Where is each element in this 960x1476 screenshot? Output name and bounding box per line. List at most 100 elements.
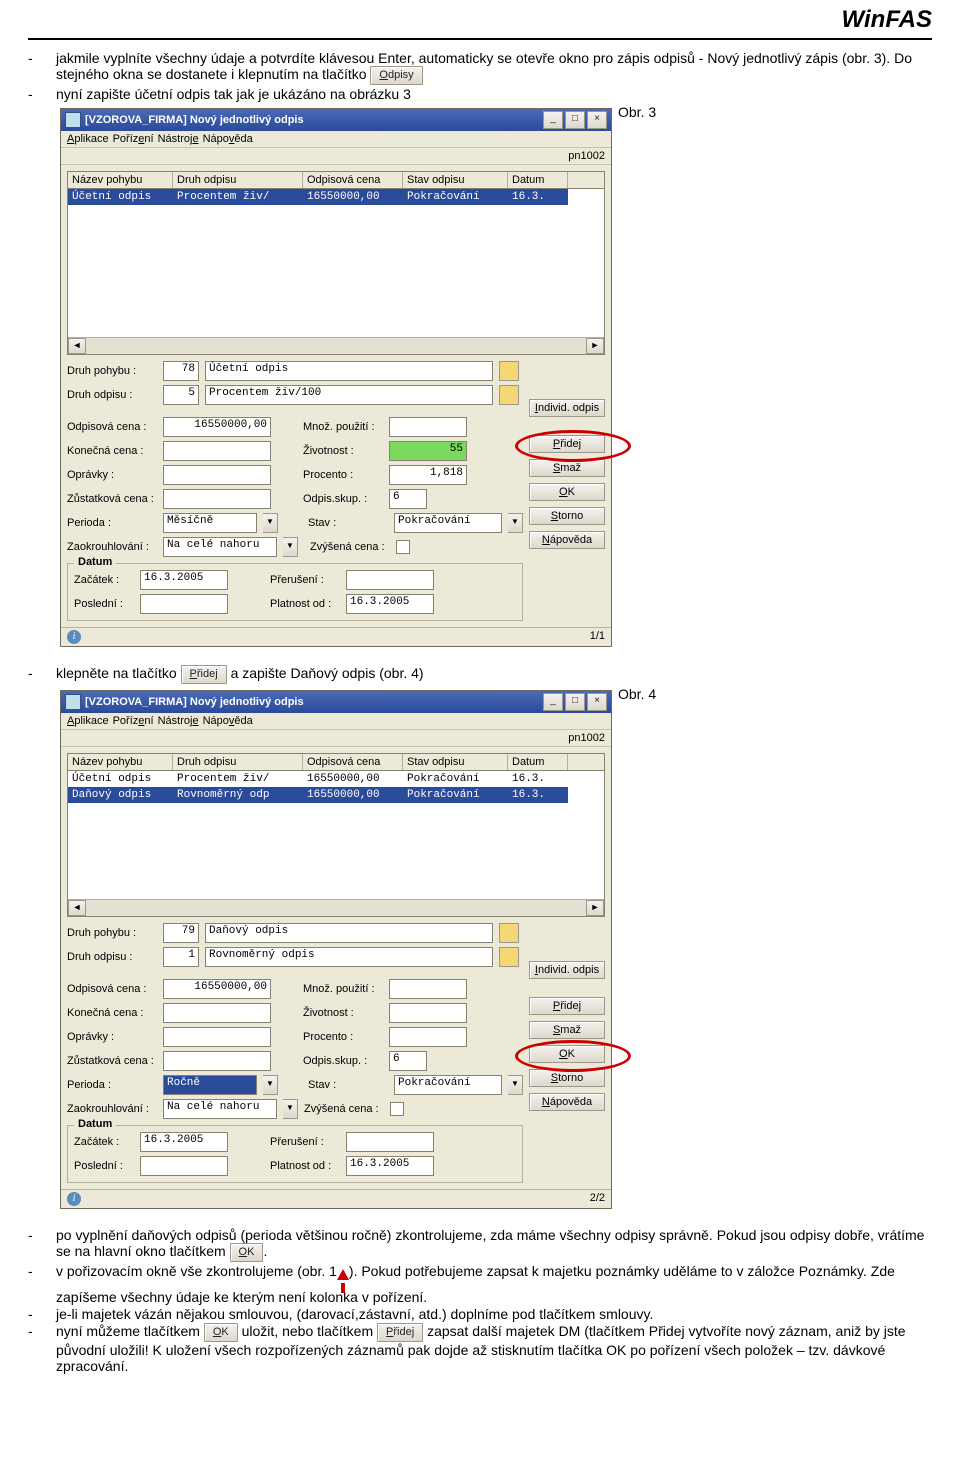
chevron-down-icon[interactable]: ▼ — [508, 513, 523, 533]
chevron-down-icon[interactable]: ▼ — [283, 537, 298, 557]
label-perioda: Perioda : — [67, 1079, 157, 1091]
chevron-down-icon[interactable]: ▼ — [508, 1075, 523, 1095]
stav-select[interactable]: Pokračování — [394, 1075, 502, 1095]
grid-row[interactable]: Účetní odpisProcentem živ/16550000,00Pok… — [68, 771, 604, 787]
odpis-skup-input[interactable]: 6 — [389, 489, 427, 509]
scroll-left-icon[interactable]: ◄ — [68, 900, 86, 916]
pridej-button[interactable]: Přidej — [529, 997, 605, 1015]
minimize-button[interactable]: _ — [543, 111, 563, 129]
odpisova-cena-input[interactable]: 16550000,00 — [163, 979, 271, 999]
open-icon[interactable] — [499, 361, 519, 381]
individ-odpis-button[interactable]: Individ. odpis — [529, 399, 605, 417]
menu-nastroje[interactable]: Nástroje — [158, 715, 199, 727]
ok-button[interactable]: OK — [529, 483, 605, 501]
chevron-down-icon[interactable]: ▼ — [283, 1099, 298, 1119]
zivotnost-input[interactable]: 55 — [389, 441, 467, 461]
chevron-down-icon[interactable]: ▼ — [263, 1075, 278, 1095]
napoveda-button[interactable]: Nápověda — [529, 1093, 605, 1111]
zaokrouhlovani-select[interactable]: Na celé nahoru — [163, 537, 277, 557]
menu-napoveda[interactable]: Nápověda — [203, 133, 253, 145]
perioda-select[interactable]: Měsíčně — [163, 513, 257, 533]
label-preruseni: Přerušení : — [270, 1136, 340, 1148]
smaz-button[interactable]: Smaž — [529, 459, 605, 477]
platnost-od-input[interactable]: 16.3.2005 — [346, 1156, 434, 1176]
individ-odpis-button[interactable]: Individ. odpis — [529, 961, 605, 979]
app-window-2: [VZOROVA_FIRMA] Nový jednotlivý odpis _ … — [60, 690, 612, 1209]
label-preruseni: Přerušení : — [270, 574, 340, 586]
zvysena-cena-checkbox[interactable] — [390, 1102, 404, 1116]
pridej-button[interactable]: Přidej — [529, 435, 605, 453]
horizontal-scrollbar[interactable]: ◄► — [68, 899, 604, 916]
konecna-cena-input[interactable] — [163, 441, 271, 461]
scroll-right-icon[interactable]: ► — [586, 338, 604, 354]
label-zustatkova-cena: Zůstatková cena : — [67, 493, 157, 505]
druh-odpisu-code-input[interactable]: 1 — [163, 947, 199, 967]
zacatek-input[interactable]: 16.3.2005 — [140, 1132, 228, 1152]
mnoz-pouziti-input[interactable] — [389, 417, 467, 437]
info-icon[interactable]: i — [67, 1192, 81, 1206]
menu-porizeni[interactable]: Pořízení — [113, 715, 154, 727]
maximize-button[interactable]: □ — [565, 693, 585, 711]
record-counter: 2/2 — [590, 1192, 605, 1206]
grid-row[interactable]: Účetní odpisProcentem živ/16550000,00Pok… — [68, 189, 604, 205]
konecna-cena-input[interactable] — [163, 1003, 271, 1023]
close-button[interactable]: × — [587, 111, 607, 129]
druh-pohybu-code-input[interactable]: 79 — [163, 923, 199, 943]
odpisova-cena-input[interactable]: 16550000,00 — [163, 417, 271, 437]
storno-button[interactable]: Storno — [529, 1069, 605, 1087]
druh-odpisu-name-input[interactable]: Rovnoměrný odpis — [205, 947, 493, 967]
chevron-down-icon[interactable]: ▼ — [263, 513, 278, 533]
grid-row[interactable]: Daňový odpisRovnoměrný odp16550000,00Pok… — [68, 787, 604, 803]
data-grid[interactable]: Název pohybuDruh odpisuOdpisová cenaStav… — [67, 753, 605, 917]
zacatek-input[interactable]: 16.3.2005 — [140, 570, 228, 590]
open-icon[interactable] — [499, 385, 519, 405]
horizontal-scrollbar[interactable]: ◄► — [68, 337, 604, 354]
druh-odpisu-code-input[interactable]: 5 — [163, 385, 199, 405]
menu-porizeni[interactable]: Pořízení — [113, 133, 154, 145]
open-icon[interactable] — [499, 947, 519, 967]
mnoz-pouziti-input[interactable] — [389, 979, 467, 999]
druh-odpisu-name-input[interactable]: Procentem živ/100 — [205, 385, 493, 405]
ok-button[interactable]: OK — [529, 1045, 605, 1063]
paragraph-text: nyní zapište účetní odpis tak jak je uká… — [56, 86, 411, 102]
stav-select[interactable]: Pokračování — [394, 513, 502, 533]
paragraph-text: po vyplnění daňových odpisů (perioda vět… — [56, 1227, 924, 1259]
opravky-input[interactable] — [163, 465, 271, 485]
info-icon[interactable]: i — [67, 630, 81, 644]
paragraph-text: jakmile vyplníte všechny údaje a potvrdí… — [56, 50, 912, 82]
label-zivotnost: Životnost : — [303, 445, 383, 457]
procento-input[interactable]: 1,818 — [389, 465, 467, 485]
datum-fieldset: Datum Začátek :16.3.2005Přerušení : Posl… — [67, 1125, 523, 1183]
menu-aplikace[interactable]: Aplikace — [67, 133, 109, 145]
perioda-select[interactable]: Ročně — [163, 1075, 257, 1095]
menu-aplikace[interactable]: Aplikace — [67, 715, 109, 727]
druh-pohybu-name-input[interactable]: Daňový odpis — [205, 923, 493, 943]
scroll-right-icon[interactable]: ► — [586, 900, 604, 916]
zustatkova-cena-input[interactable] — [163, 1051, 271, 1071]
opravky-input[interactable] — [163, 1027, 271, 1047]
zaokrouhlovani-select[interactable]: Na celé nahoru — [163, 1099, 277, 1119]
menu-napoveda[interactable]: Nápověda — [203, 715, 253, 727]
zivotnost-input[interactable] — [389, 1003, 467, 1023]
druh-pohybu-name-input[interactable]: Účetní odpis — [205, 361, 493, 381]
menu-nastroje[interactable]: Nástroje — [158, 133, 199, 145]
zustatkova-cena-input[interactable] — [163, 489, 271, 509]
posledni-input[interactable] — [140, 1156, 228, 1176]
platnost-od-input[interactable]: 16.3.2005 — [346, 594, 434, 614]
zvysena-cena-checkbox[interactable] — [396, 540, 410, 554]
druh-pohybu-code-input[interactable]: 78 — [163, 361, 199, 381]
preruseni-input[interactable] — [346, 1132, 434, 1152]
maximize-button[interactable]: □ — [565, 111, 585, 129]
close-button[interactable]: × — [587, 693, 607, 711]
smaz-button[interactable]: Smaž — [529, 1021, 605, 1039]
posledni-input[interactable] — [140, 594, 228, 614]
minimize-button[interactable]: _ — [543, 693, 563, 711]
storno-button[interactable]: Storno — [529, 507, 605, 525]
preruseni-input[interactable] — [346, 570, 434, 590]
odpis-skup-input[interactable]: 6 — [389, 1051, 427, 1071]
open-icon[interactable] — [499, 923, 519, 943]
napoveda-button[interactable]: Nápověda — [529, 531, 605, 549]
procento-input[interactable] — [389, 1027, 467, 1047]
scroll-left-icon[interactable]: ◄ — [68, 338, 86, 354]
data-grid[interactable]: Název pohybuDruh odpisuOdpisová cenaStav… — [67, 171, 605, 355]
